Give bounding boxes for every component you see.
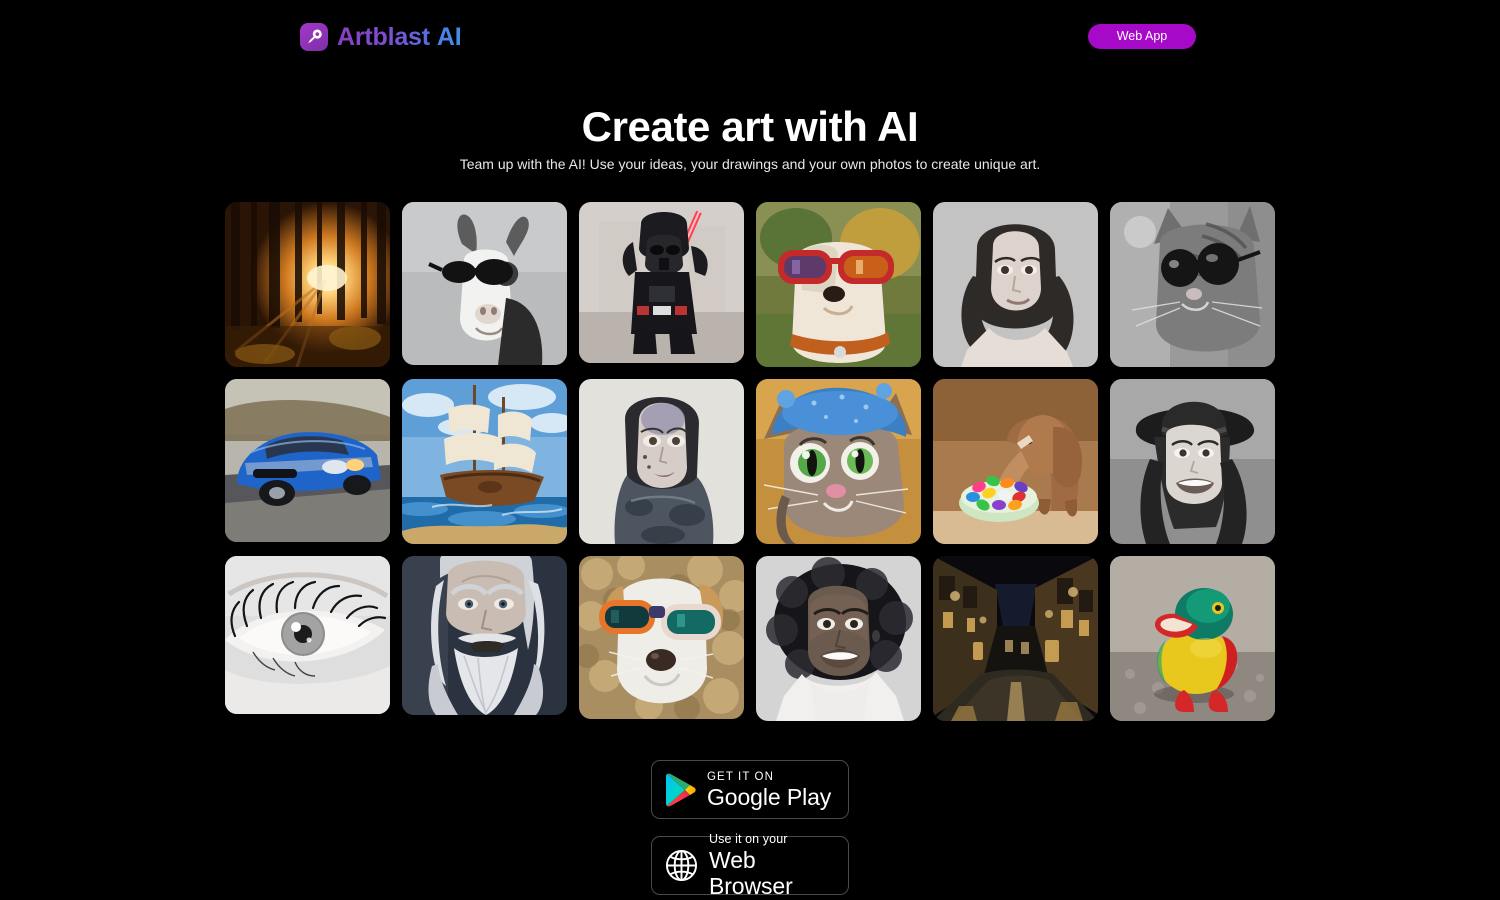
gallery-tile[interactable] bbox=[1110, 556, 1275, 721]
brand-name: Artblast bbox=[337, 22, 430, 51]
gallery-tile[interactable] bbox=[756, 556, 921, 721]
web-browser-badge[interactable]: Use it on your Web Browser bbox=[651, 832, 849, 899]
gallery-tile[interactable] bbox=[402, 556, 567, 715]
sailing-ship-image bbox=[402, 379, 567, 544]
globe-icon bbox=[665, 849, 698, 882]
gallery-tile[interactable] bbox=[579, 202, 744, 363]
site-header: Artblast AI Web App bbox=[0, 0, 1500, 72]
gallery-tile[interactable] bbox=[933, 379, 1098, 544]
landing-page: Artblast AI Web App Create art with AI Te… bbox=[0, 0, 1500, 900]
google-play-line1: GET IT ON bbox=[707, 770, 774, 783]
brand-logo[interactable]: Artblast AI bbox=[300, 21, 462, 52]
web-browser-text: Use it on your Web Browser bbox=[709, 832, 835, 899]
web-browser-line1: Use it on your bbox=[709, 832, 788, 846]
store-badges: GET IT ON Google Play Use it on your Web… bbox=[651, 760, 849, 899]
gallery-tile[interactable] bbox=[579, 379, 744, 544]
woman-hat-bw-image bbox=[1110, 379, 1275, 544]
dog-red-sunglasses-image bbox=[756, 202, 921, 367]
woman-portrait-bw-image bbox=[933, 202, 1098, 367]
web-app-button[interactable]: Web App bbox=[1088, 24, 1196, 49]
dog-orange-sunglasses-image bbox=[579, 556, 744, 719]
google-play-text: GET IT ON Google Play bbox=[707, 770, 831, 810]
blue-mustang-image bbox=[225, 379, 390, 542]
brand-suffix: AI bbox=[436, 22, 462, 51]
vader-figurine-image bbox=[579, 202, 744, 363]
page-title: Create art with AI bbox=[581, 103, 919, 150]
gallery-tile[interactable] bbox=[225, 556, 390, 714]
gallery-tile[interactable] bbox=[933, 556, 1098, 721]
gallery-tile[interactable] bbox=[1110, 379, 1275, 544]
cat-blue-hat-image bbox=[756, 379, 921, 544]
sketch-portrait-image bbox=[579, 379, 744, 544]
gallery-tile[interactable] bbox=[402, 202, 567, 365]
goat-sunglasses-image bbox=[402, 202, 567, 365]
forest-sunset-image bbox=[225, 202, 390, 367]
gallery-tile[interactable] bbox=[579, 556, 744, 719]
cat-sunglasses-bw-image bbox=[1110, 202, 1275, 367]
gallery-tile[interactable] bbox=[225, 202, 390, 367]
web-browser-line2: Web Browser bbox=[709, 847, 793, 899]
artblast-logo-icon bbox=[300, 22, 328, 51]
wizard-portrait-image bbox=[402, 556, 567, 715]
gallery-tile[interactable] bbox=[402, 379, 567, 544]
gallery-tile[interactable] bbox=[225, 379, 390, 542]
page-subtitle: Team up with the AI! Use your ideas, you… bbox=[459, 156, 1041, 172]
google-play-icon bbox=[665, 773, 696, 807]
google-play-line2: Google Play bbox=[707, 783, 832, 810]
gallery-tile[interactable] bbox=[756, 202, 921, 367]
woman-afro-bw-image bbox=[756, 556, 921, 721]
toy-duck-image bbox=[1110, 556, 1275, 721]
gallery-tile[interactable] bbox=[1110, 202, 1275, 367]
gallery-grid bbox=[225, 202, 1275, 721]
brand-text: Artblast AI bbox=[337, 22, 462, 51]
gallery-tile[interactable] bbox=[756, 379, 921, 544]
night-street-image bbox=[933, 556, 1098, 721]
gallery-tile[interactable] bbox=[933, 202, 1098, 367]
wooden-elephant-image bbox=[933, 379, 1098, 544]
google-play-badge[interactable]: GET IT ON Google Play bbox=[651, 760, 849, 819]
eye-closeup-image bbox=[225, 556, 390, 714]
